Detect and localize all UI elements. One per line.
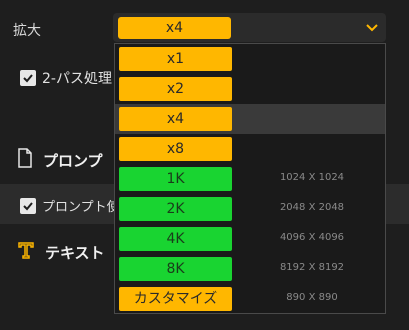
option-size: 4096 X 4096 — [279, 232, 345, 243]
scale-select-value: x4 — [118, 17, 231, 39]
prompt-use-label: プロンプト使 — [42, 200, 120, 215]
option-4k[interactable]: 4K 4096 X 4096 — [115, 224, 385, 254]
option-size: 890 X 890 — [286, 292, 338, 303]
option-label: 4K — [119, 227, 232, 251]
option-label: カスタマイズ — [119, 287, 232, 311]
option-x4[interactable]: x4 — [115, 104, 385, 134]
prompt-section-title: プロンプ — [43, 151, 103, 170]
text-section-title: テキスト — [45, 243, 105, 262]
option-label: 2K — [119, 197, 232, 221]
option-label: x8 — [119, 137, 232, 161]
option-label: 1K — [119, 167, 232, 191]
option-custom[interactable]: カスタマイズ 890 X 890 — [115, 284, 385, 314]
option-x1[interactable]: x1 — [115, 44, 385, 74]
scale-label: 拡大 — [13, 23, 41, 39]
document-icon — [17, 148, 33, 172]
text-icon — [17, 241, 35, 263]
chevron-down-icon[interactable] — [365, 20, 379, 39]
scale-dropdown-list: x1 x2 x4 x8 1K 1024 X 1024 2K 2048 X 204… — [114, 43, 386, 314]
option-x2[interactable]: x2 — [115, 74, 385, 104]
option-size: 8192 X 8192 — [279, 262, 345, 273]
prompt-use-checkbox[interactable] — [20, 197, 36, 214]
option-1k[interactable]: 1K 1024 X 1024 — [115, 164, 385, 194]
option-label: 8K — [119, 257, 232, 281]
prompt-use-row[interactable]: プロンプト使 — [20, 196, 120, 215]
option-label: x2 — [119, 77, 232, 101]
option-label: x1 — [119, 47, 232, 71]
two-pass-row[interactable]: 2-パス処理 — [20, 68, 112, 88]
prompt-section-header: プロンプ — [17, 148, 103, 172]
option-size: 1024 X 1024 — [279, 172, 345, 183]
option-8k[interactable]: 8K 8192 X 8192 — [115, 254, 385, 284]
option-size: 2048 X 2048 — [279, 202, 345, 213]
check-icon — [23, 74, 33, 83]
check-icon — [23, 201, 33, 210]
option-2k[interactable]: 2K 2048 X 2048 — [115, 194, 385, 224]
scale-select[interactable]: x4 — [113, 13, 386, 42]
two-pass-checkbox[interactable] — [20, 70, 36, 86]
text-section-header: テキスト — [17, 241, 105, 263]
two-pass-label: 2-パス処理 — [42, 71, 112, 87]
option-label: x4 — [119, 107, 232, 131]
option-x8[interactable]: x8 — [115, 134, 385, 164]
